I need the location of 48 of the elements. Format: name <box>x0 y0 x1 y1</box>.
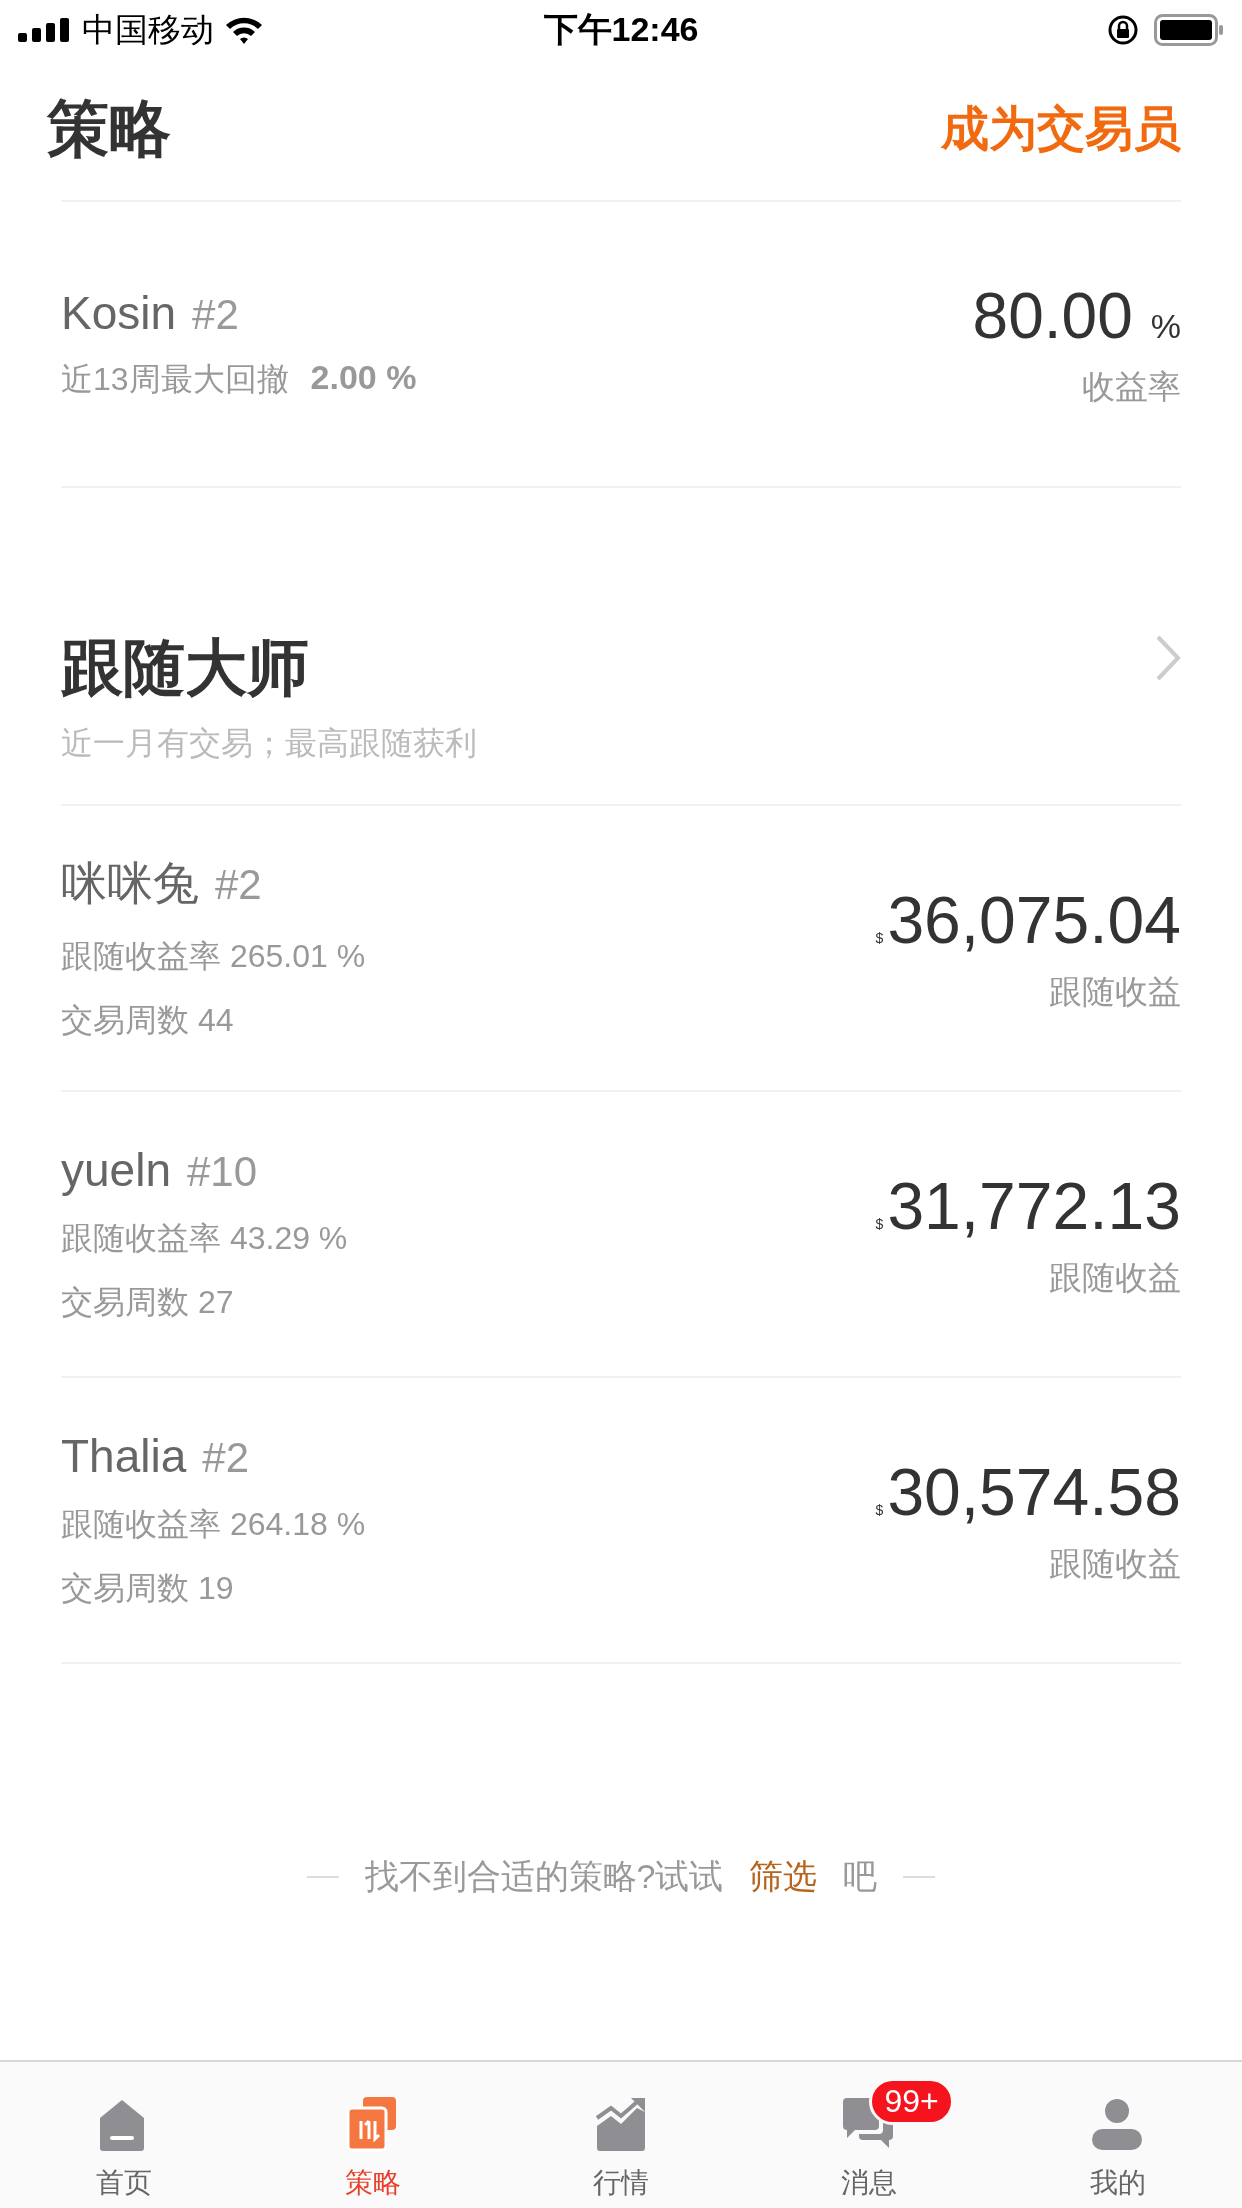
metric-value: 2.00 % <box>310 358 417 398</box>
become-trader-button[interactable]: 成为交易员 <box>941 97 1181 161</box>
battery-icon <box>1154 14 1224 46</box>
carrier-name: 中国移动 <box>82 9 214 50</box>
return-label: 收益率 <box>1082 366 1181 407</box>
trader-stat: 跟随收益率 43.29 % <box>61 1219 348 1258</box>
currency-symbol: $ <box>875 1501 884 1518</box>
return-value: 80.00 <box>972 278 1133 353</box>
hint-text: 找不到合适的策略?试试 <box>364 1856 724 1897</box>
tab-item[interactable]: 行情 <box>496 2062 746 2208</box>
section-subtitle: 近一月有交易；最高跟随获利 <box>61 724 477 763</box>
status-time: 下午12:46 <box>543 9 699 50</box>
trader-name: 咪咪兔 <box>61 856 199 911</box>
hint-text: 吧 <box>843 1856 878 1897</box>
trader-name: Thalia <box>61 1429 187 1483</box>
trader-stat: 交易周数 27 <box>61 1283 235 1322</box>
metric-label: 近13周最大回撤 <box>61 360 289 399</box>
percent-unit: % <box>1150 306 1181 346</box>
trader-rank: #2 <box>192 291 239 339</box>
trader-name: yueln <box>61 1143 171 1197</box>
wifi-icon <box>224 15 264 45</box>
profit-label: 跟随收益 <box>1049 1257 1181 1298</box>
section-title: 跟随大师 <box>61 632 309 704</box>
tab-item[interactable]: 我的 <box>993 2062 1242 2208</box>
follow-profit: 36,075.04 <box>887 881 1181 958</box>
follow-profit: 31,772.13 <box>887 1167 1181 1244</box>
trader-stat: 跟随收益率 264.18 % <box>61 1505 366 1544</box>
trader-stat: 交易周数 19 <box>61 1569 235 1608</box>
trader-name: Kosin <box>61 286 177 340</box>
signal-icon <box>18 18 72 42</box>
filter-link[interactable]: 筛选 <box>749 1854 818 1900</box>
chevron-right-icon[interactable] <box>1155 634 1181 682</box>
follow-profit: 30,574.58 <box>887 1453 1181 1530</box>
currency-symbol: $ <box>875 1215 884 1232</box>
trader-rank: #2 <box>215 861 262 909</box>
profit-label: 跟随收益 <box>1049 971 1181 1012</box>
trader-rank: #10 <box>186 1148 258 1196</box>
page-title: 策略 <box>47 93 171 165</box>
trader-rank: #2 <box>202 1434 249 1482</box>
trader-stat: 跟随收益率 265.01 % <box>61 937 366 976</box>
notification-badge: 99+ <box>869 2078 954 2125</box>
tab-item[interactable]: 首页 <box>0 2062 249 2208</box>
currency-symbol: $ <box>875 929 884 946</box>
trader-stat: 交易周数 44 <box>61 1001 235 1040</box>
profit-label: 跟随收益 <box>1049 1543 1181 1584</box>
rotation-lock-icon <box>1106 13 1140 47</box>
tab-item[interactable]: 99+ 消息 <box>745 2062 994 2208</box>
tab-item[interactable]: 策略 <box>248 2062 497 2208</box>
